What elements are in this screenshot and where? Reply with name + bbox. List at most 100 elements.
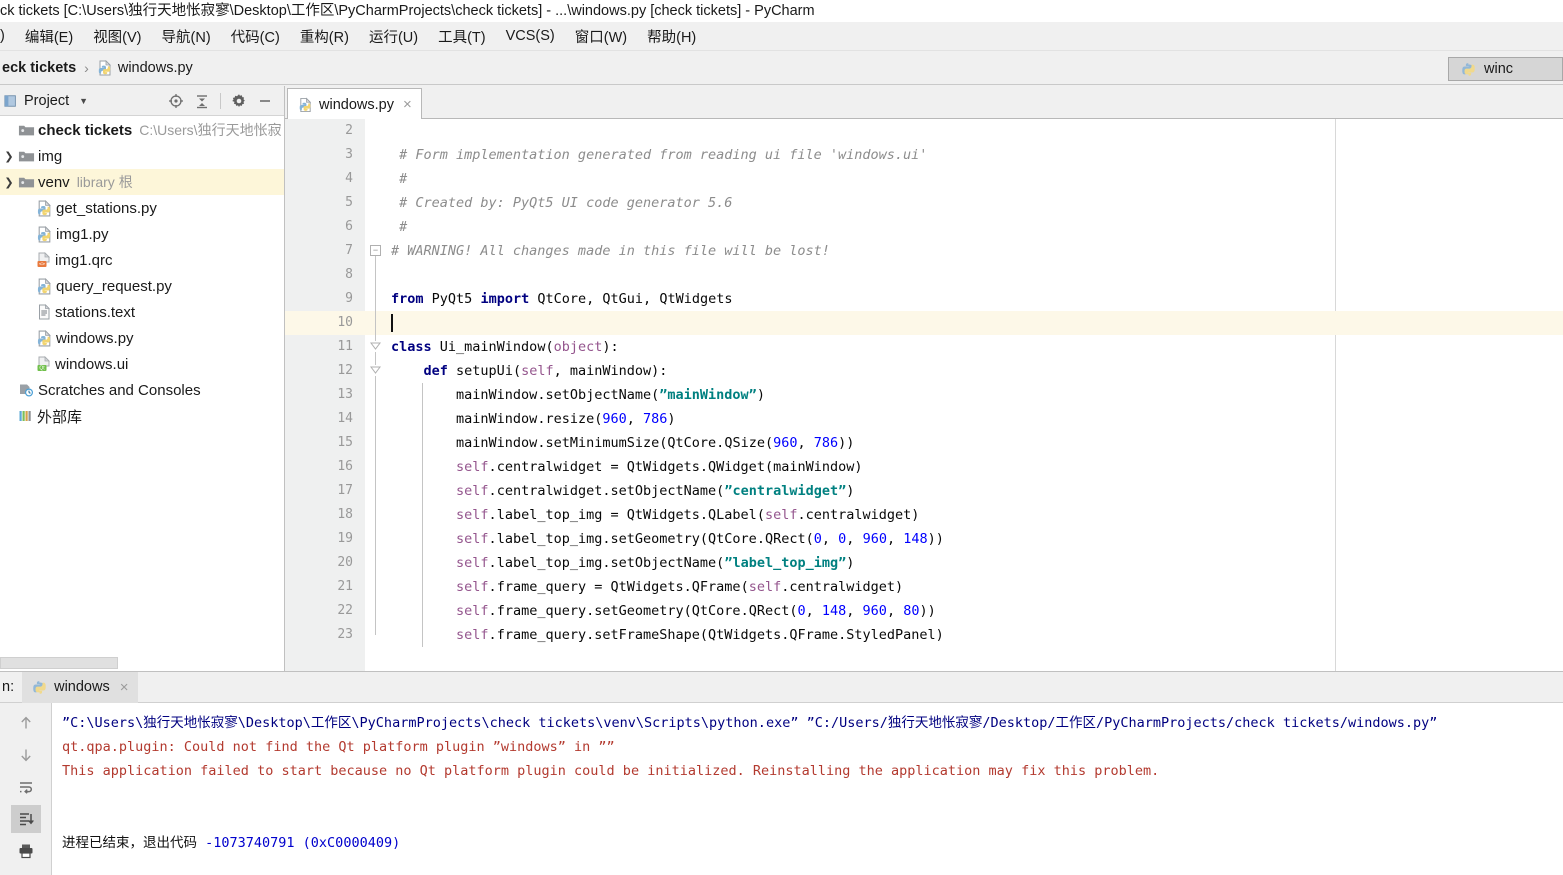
run-panel-label: n: [2, 679, 15, 695]
expand-chevron-icon[interactable]: ❯ [0, 150, 18, 163]
run-config-label: winc [1484, 61, 1514, 77]
qrc-file-icon: <> [36, 252, 52, 268]
expand-chevron-icon[interactable]: ❯ [0, 176, 18, 189]
tab-windows-py[interactable]: windows.py × [287, 88, 422, 120]
tree-item-windows-py[interactable]: windows.py [0, 325, 284, 351]
run-tab-windows[interactable]: windows × [22, 671, 139, 703]
tree-item-img1-py[interactable]: img1.py [0, 221, 284, 247]
fold-collapse-icon[interactable]: − [370, 245, 381, 256]
line-number: 13 [337, 387, 353, 402]
collapse-all-icon[interactable] [191, 90, 213, 112]
console-line-0: ”C:\Users\独行天地怅寂寥\Desktop\工作区\PyCharmPro… [62, 715, 1438, 731]
folder-icon [18, 175, 35, 190]
python-file-icon [36, 329, 53, 347]
code-line-text: self.centralwidget = QtWidgets.QWidget(m… [456, 459, 863, 475]
tree-item-label: Scratches and Consoles [38, 381, 201, 399]
code-line-text: # Form implementation generated from rea… [391, 147, 928, 163]
menu-item-2[interactable]: 视图(V) [83, 23, 151, 50]
breadcrumb-label: eck tickets [2, 59, 77, 76]
locate-icon[interactable] [165, 90, 187, 112]
project-panel-header: Project ▼ [0, 86, 284, 116]
tree-item--[interactable]: 外部库 [0, 403, 284, 429]
editor-area: windows.py × 23 # Form implementation ge… [285, 86, 1563, 671]
line-number: 20 [337, 555, 353, 570]
breadcrumb-label: windows.py [117, 59, 193, 76]
menu-item-6[interactable]: 运行(U) [359, 23, 428, 50]
code-line-text: # [391, 219, 408, 235]
tree-item-label: venv [38, 173, 70, 191]
run-configuration-selector[interactable]: winc [1448, 57, 1563, 81]
tree-item-label: img [38, 147, 63, 165]
code-line-22: 22 self.frame_query.setGeometry(QtCore.Q… [285, 599, 1563, 623]
project-tree-horizontal-scrollbar[interactable] [0, 657, 118, 669]
line-number: 15 [337, 435, 353, 450]
python-file-icon [36, 225, 53, 243]
tree-item-venv[interactable]: ❯ venv library 根 [0, 169, 284, 195]
code-line-text: self.centralwidget.setObjectName(”centra… [456, 483, 855, 499]
menu-item-9[interactable]: 窗口(W) [565, 23, 637, 50]
tree-item-check-tickets[interactable]: check tickets C:\Users\独行天地怅寂 [0, 117, 284, 143]
run-console-output[interactable]: ”C:\Users\独行天地怅寂寥\Desktop\工作区\PyCharmPro… [53, 703, 1563, 875]
menu-item-8[interactable]: VCS(S) [496, 25, 565, 47]
code-line-text: from PyQt5 import QtCore, QtGui, QtWidge… [391, 291, 733, 307]
minimize-icon[interactable] [254, 90, 276, 112]
tree-item-img[interactable]: ❯ img [0, 143, 284, 169]
python-icon [1461, 62, 1476, 77]
tree-item-windows-ui[interactable]: Qt windows.ui [0, 351, 284, 377]
soft-wrap-icon[interactable] [11, 773, 41, 801]
code-line-14: 14 mainWindow.resize(960, 786) [285, 407, 1563, 431]
tree-item-scratches-and-consoles[interactable]: Scratches and Consoles [0, 377, 284, 403]
tab-bar-filler [435, 88, 1563, 119]
menu-item-5[interactable]: 重构(R) [290, 23, 359, 50]
breadcrumb-0[interactable]: eck tickets [0, 60, 78, 76]
code-line-11: 11 class Ui_mainWindow(object): [285, 335, 1563, 359]
code-line-text: self.frame_query.setGeometry(QtCore.QRec… [456, 603, 936, 619]
code-line-text: class Ui_mainWindow(object): [391, 339, 619, 355]
close-icon[interactable]: × [403, 96, 412, 113]
code-line-19: 19 self.label_top_img.setGeometry(QtCore… [285, 527, 1563, 551]
code-line-15: 15 mainWindow.setMinimumSize(QtCore.QSiz… [285, 431, 1563, 455]
tree-item-label: check tickets [38, 121, 133, 139]
run-tab-label: windows [54, 679, 110, 695]
menu-item-7[interactable]: 工具(T) [428, 23, 496, 50]
menu-item-4[interactable]: 代码(C) [221, 23, 290, 50]
code-line-17: 17 self.centralwidget.setObjectName(”cen… [285, 479, 1563, 503]
tree-item-img1-qrc[interactable]: <> img1.qrc [0, 247, 284, 273]
code-line-13: 13 mainWindow.setObjectName(”mainWindow”… [285, 383, 1563, 407]
project-title-group[interactable]: Project ▼ [2, 93, 88, 109]
menu-item-3[interactable]: 导航(N) [152, 23, 221, 50]
line-number: 19 [337, 531, 353, 546]
chevron-down-icon[interactable]: ▼ [79, 96, 88, 106]
tree-item-stations-text[interactable]: stations.text [0, 299, 284, 325]
folder-icon [18, 123, 35, 138]
tree-item-get-stations-py[interactable]: get_stations.py [0, 195, 284, 221]
fold-collapse-icon[interactable] [370, 365, 381, 376]
menu-item-10[interactable]: 帮助(H) [637, 23, 706, 50]
project-panel-toolbar [165, 90, 284, 112]
tree-item-label: 外部库 [37, 408, 83, 426]
up-arrow-icon[interactable] [11, 709, 41, 737]
python-file-icon [298, 97, 313, 113]
settings-gear-icon[interactable] [228, 90, 250, 112]
qt-ui-file-icon: Qt [36, 356, 52, 372]
print-icon[interactable] [11, 837, 41, 865]
line-number: 9 [345, 291, 353, 306]
tree-item-sublabel: library 根 [76, 174, 133, 190]
code-line-12: 12 def setupUi(self, mainWindow): [285, 359, 1563, 383]
code-line-6: 6 # [285, 215, 1563, 239]
scroll-to-end-icon[interactable] [10, 805, 41, 833]
close-icon[interactable]: × [120, 679, 129, 696]
down-arrow-icon[interactable] [11, 741, 41, 769]
menu-item-0[interactable]: ) [0, 25, 15, 47]
code-line-16: 16 self.centralwidget = QtWidgets.QWidge… [285, 455, 1563, 479]
code-line-3: 3 # Form implementation generated from r… [285, 143, 1563, 167]
tree-item-query-request-py[interactable]: query_request.py [0, 273, 284, 299]
menu-item-1[interactable]: 编辑(E) [15, 23, 83, 50]
line-number: 14 [337, 411, 353, 426]
breadcrumb-1[interactable]: windows.py [95, 60, 195, 76]
code-editor[interactable]: 23 # Form implementation generated from … [285, 119, 1563, 671]
fold-collapse-icon[interactable] [370, 341, 381, 352]
indent-guide [422, 383, 423, 647]
code-line-text: # [391, 171, 408, 187]
code-line-10: 10 [285, 311, 1563, 335]
